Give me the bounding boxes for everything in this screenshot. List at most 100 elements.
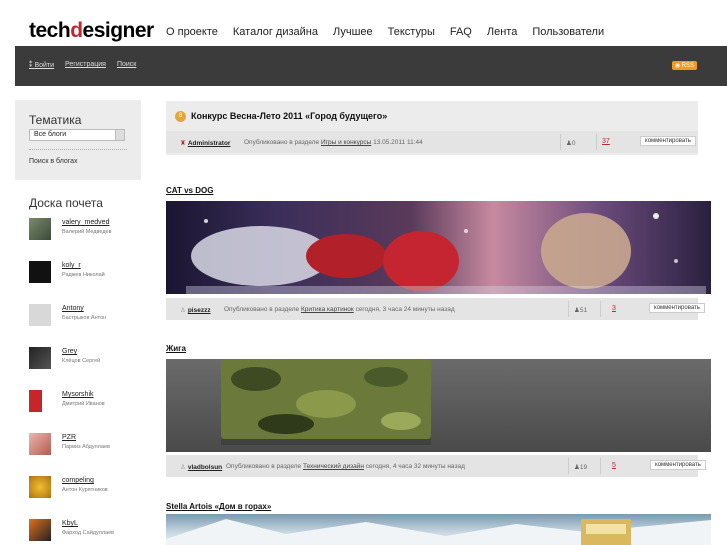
nav-catalog[interactable]: Каталог дизайна <box>233 26 318 38</box>
post-section-link[interactable]: Технический дизайн <box>303 463 364 470</box>
user-name: Фарход Сайдуллаев <box>62 530 115 536</box>
comment-button[interactable]: комментировать <box>640 136 696 146</box>
divider <box>600 458 601 474</box>
login-label: Войти <box>34 62 55 69</box>
post-time: сегодня, 3 часа 24 минуты назад <box>355 306 455 313</box>
admin-icon: ♜ <box>180 140 186 147</box>
post-author[interactable]: ♙ pisezzz <box>180 306 211 314</box>
user-nick[interactable]: PZR <box>62 434 76 441</box>
post-image-zhiga[interactable] <box>166 359 711 452</box>
user-name: Парвиз Абдуллаев <box>62 444 110 450</box>
nav-textures[interactable]: Текстуры <box>388 26 435 38</box>
camo-box-illustration <box>221 359 431 445</box>
select-arrow-icon <box>115 130 124 140</box>
register-link[interactable]: Регистрация <box>65 61 106 69</box>
post-comments-count[interactable]: 37 <box>602 138 610 145</box>
logo-part-d: d <box>70 19 83 42</box>
topics-panel: Тематика Все блоги Поиск в блогах <box>15 100 141 180</box>
user-name: Валерий Медведев <box>62 229 112 235</box>
site-logo[interactable]: techdesigner <box>29 19 154 43</box>
honor-board: valery_medved Валерий Медведев koly_r Ра… <box>29 216 139 545</box>
avatar[interactable] <box>29 261 51 283</box>
author-name: vladbolsun <box>187 464 223 471</box>
post-comments-count[interactable]: 5 <box>612 462 616 469</box>
post-time: 13.05.2011 11:44 <box>373 139 423 146</box>
divider <box>560 134 561 150</box>
post-title[interactable]: Жига <box>166 344 186 353</box>
avatar[interactable] <box>29 433 51 455</box>
author-name: pisezzz <box>187 307 211 314</box>
divider <box>29 149 127 150</box>
avatar[interactable] <box>29 519 51 541</box>
post-image-stella-artois[interactable] <box>166 514 711 545</box>
rss-badge[interactable]: ◉ RSS <box>671 61 697 70</box>
rss-icon: ◉ <box>674 63 680 69</box>
votes-count: 19 <box>579 464 588 471</box>
header: techdesigner О проекте Каталог дизайна Л… <box>0 0 727 46</box>
blog-select[interactable]: Все блоги <box>29 129 125 141</box>
avatar[interactable] <box>29 476 51 498</box>
honor-user: Mysorshik Дмитрий Иванов <box>29 388 139 431</box>
post-votes[interactable]: ♟19 <box>574 463 587 471</box>
user-name: Бастрыков Антон <box>62 315 107 321</box>
search-link[interactable]: Поиск <box>117 61 136 69</box>
post-published: Опубликовано в разделе Технический дизай… <box>226 463 465 470</box>
user-nick[interactable]: KbyL <box>62 520 78 527</box>
avatar[interactable] <box>29 218 51 240</box>
user-nick[interactable]: Mysorshik <box>62 391 94 398</box>
post-published: Опубликовано в разделе Критика картинок … <box>224 306 455 313</box>
honor-user: Grey Клёцов Сергей <box>29 345 139 388</box>
post-image-cat-vs-dog[interactable] <box>166 201 711 294</box>
user-name: Дмитрий Иванов <box>62 401 105 407</box>
post-votes[interactable]: ♟0 <box>566 139 575 147</box>
user-nick[interactable]: koly_r <box>62 262 81 269</box>
avatar[interactable] <box>29 347 51 369</box>
topics-title: Тематика <box>29 113 82 127</box>
divider <box>568 301 569 317</box>
votes-count: 0 <box>571 140 576 147</box>
user-links: ⁑ Войти Регистрация Поиск <box>29 61 136 69</box>
user-nick[interactable]: Grey <box>62 348 77 355</box>
user-bar: ⁑ Войти Регистрация Поиск ◉ RSS <box>15 46 727 86</box>
nav-about[interactable]: О проекте <box>166 26 218 38</box>
comment-button[interactable]: комментировать <box>649 303 705 313</box>
votes-count: 51 <box>579 307 588 314</box>
post-section-link[interactable]: Игры и конкурсы <box>321 139 371 146</box>
avatar[interactable] <box>29 390 51 412</box>
avatar[interactable] <box>29 304 51 326</box>
published-prefix: Опубликовано в разделе <box>244 139 320 146</box>
post-meta: ♙ pisezzz Опубликовано в разделе Критика … <box>166 298 705 320</box>
user-nick[interactable]: Antony <box>62 305 84 312</box>
post-votes[interactable]: ♟51 <box>574 306 587 314</box>
search-blogs-link[interactable]: Поиск в блогах <box>29 158 78 165</box>
nav-best[interactable]: Лучшее <box>333 26 373 38</box>
post-section-link[interactable]: Критика картинок <box>301 306 354 313</box>
snow-mountain-illustration <box>166 519 711 545</box>
user-name: Антон Курятников <box>62 487 108 493</box>
login-link[interactable]: ⁑ Войти <box>29 61 54 69</box>
author-name: Administrator <box>187 140 231 147</box>
nav-users[interactable]: Пользователи <box>532 26 604 38</box>
comment-button[interactable]: комментировать <box>650 460 706 470</box>
main-nav: О проекте Каталог дизайна Лучшее Текстур… <box>166 26 604 38</box>
user-nick[interactable]: compeling <box>62 477 94 484</box>
post-author[interactable]: ♜ Administrator <box>180 139 230 147</box>
post-title[interactable]: Конкурс Весна-Лето 2011 «Город будущего» <box>191 111 387 121</box>
post-author[interactable]: ♙ vladbolsun <box>180 463 222 471</box>
post-title[interactable]: CAT vs DOG <box>166 186 213 195</box>
nav-feed[interactable]: Лента <box>487 26 517 38</box>
user-icon: ♙ <box>180 464 186 471</box>
featured-post: 8 Конкурс Весна-Лето 2011 «Город будущег… <box>166 101 698 155</box>
login-icon: ⁑ <box>29 62 33 69</box>
user-name: Раджев Николай <box>62 272 105 278</box>
logo-part-esigner: esigner <box>82 19 155 42</box>
logo-part-tech: tech <box>29 19 71 42</box>
post-comments-count[interactable]: 3 <box>612 305 616 312</box>
honor-user: KbyL Фарход Сайдуллаев <box>29 517 139 545</box>
user-nick[interactable]: valery_medved <box>62 219 109 226</box>
divider <box>600 301 601 317</box>
nav-faq[interactable]: FAQ <box>450 26 472 38</box>
honor-user: compeling Антон Курятников <box>29 474 139 517</box>
post-title[interactable]: Stella Artois «Дом в горах» <box>166 502 271 511</box>
blog-select-value: Все блоги <box>34 131 67 138</box>
